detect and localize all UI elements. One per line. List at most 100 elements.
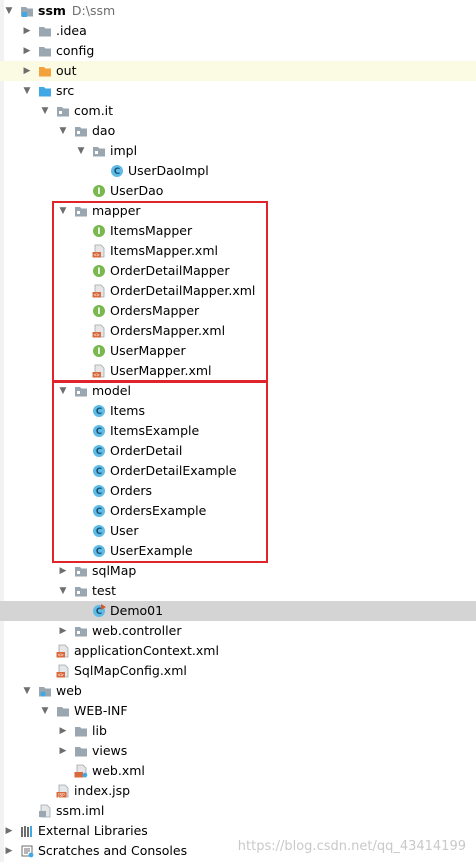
tree-node-label: views bbox=[92, 741, 127, 761]
node-name: UserDaoImpl bbox=[128, 163, 209, 178]
class-icon: C bbox=[110, 164, 124, 178]
node-name: web.controller bbox=[92, 623, 182, 638]
tree-node-lib[interactable]: ▶ lib bbox=[0, 721, 476, 741]
tree-node-label: config bbox=[56, 41, 94, 61]
svg-text:<>: <> bbox=[58, 653, 64, 658]
tree-node-sqlmapconfig-xml[interactable]: <> SqlMapConfig.xml bbox=[0, 661, 476, 681]
node-name: UserDao bbox=[110, 183, 164, 198]
web-xml-icon bbox=[74, 764, 88, 778]
node-name: index.jsp bbox=[74, 783, 131, 798]
tree-node-userdao[interactable]: I UserDao bbox=[0, 181, 476, 201]
tree-node-userdaoimpl[interactable]: C UserDaoImpl bbox=[0, 161, 476, 181]
folder-icon bbox=[38, 44, 52, 58]
tree-node-label: out bbox=[56, 61, 76, 81]
jsp-file-icon: JSP bbox=[56, 784, 70, 798]
node-name: SqlMapConfig.xml bbox=[74, 663, 187, 678]
runnable-class-icon: C bbox=[92, 604, 106, 618]
tree-node-com-it[interactable]: ▼ com.it bbox=[0, 101, 476, 121]
node-name: web.xml bbox=[92, 763, 145, 778]
collapsed-arrow-icon[interactable]: ▶ bbox=[57, 621, 69, 641]
expanded-arrow-icon[interactable]: ▼ bbox=[57, 581, 69, 601]
xml-file-icon: <> bbox=[56, 664, 70, 679]
tree-node-config[interactable]: ▶ config bbox=[0, 41, 476, 61]
collapsed-arrow-icon[interactable]: ▶ bbox=[57, 741, 69, 761]
package-icon bbox=[74, 624, 88, 638]
package-icon bbox=[74, 124, 88, 138]
tree-node-web[interactable]: ▼ web bbox=[0, 681, 476, 701]
expanded-arrow-icon[interactable]: ▼ bbox=[39, 101, 51, 121]
tree-node-external-libraries[interactable]: ▶ External Libraries bbox=[0, 821, 476, 841]
svg-text:I: I bbox=[97, 187, 100, 197]
tree-node-label: dao bbox=[92, 121, 115, 141]
expanded-arrow-icon[interactable]: ▼ bbox=[3, 1, 15, 21]
node-name: ssm bbox=[38, 3, 66, 18]
collapsed-arrow-icon[interactable]: ▶ bbox=[3, 841, 15, 861]
tree-node-label: Scratches and Consoles bbox=[38, 841, 187, 861]
tree-node-dao[interactable]: ▼ dao bbox=[0, 121, 476, 141]
highlight-box-mapper bbox=[52, 201, 268, 382]
node-name: applicationContext.xml bbox=[74, 643, 219, 658]
tree-node-ssm[interactable]: ▼ ssm D:\ssm bbox=[0, 1, 476, 21]
collapsed-arrow-icon[interactable]: ▶ bbox=[21, 61, 33, 81]
source-folder-icon bbox=[38, 84, 52, 98]
libraries-icon bbox=[20, 824, 34, 838]
expanded-arrow-icon[interactable]: ▼ bbox=[75, 141, 87, 161]
tree-node-label: ssm.iml bbox=[56, 801, 104, 821]
tree-node-test[interactable]: ▼ test bbox=[0, 581, 476, 601]
tree-node-out[interactable]: ▶ out bbox=[0, 61, 476, 81]
package-icon bbox=[92, 144, 106, 158]
node-name: External Libraries bbox=[38, 823, 148, 838]
expanded-arrow-icon[interactable]: ▼ bbox=[21, 81, 33, 101]
tree-node-label: WEB-INF bbox=[74, 701, 128, 721]
tree-node-idea[interactable]: ▶ .idea bbox=[0, 21, 476, 41]
collapsed-arrow-icon[interactable]: ▶ bbox=[57, 721, 69, 741]
interface-icon: I bbox=[92, 184, 106, 198]
tree-node-impl[interactable]: ▼ impl bbox=[0, 141, 476, 161]
tree-node-label: UserDaoImpl bbox=[128, 161, 209, 181]
collapsed-arrow-icon[interactable]: ▶ bbox=[21, 21, 33, 41]
collapsed-arrow-icon[interactable]: ▶ bbox=[57, 561, 69, 581]
tree-node-label: test bbox=[92, 581, 116, 601]
tree-node-label: sqlMap bbox=[92, 561, 136, 581]
expanded-arrow-icon[interactable]: ▼ bbox=[21, 681, 33, 701]
xml-file-icon: <> bbox=[56, 644, 70, 659]
tree-node-label: src bbox=[56, 81, 74, 101]
tree-node-index-jsp[interactable]: JSP index.jsp bbox=[0, 781, 476, 801]
svg-text:JSP: JSP bbox=[57, 793, 65, 798]
excluded-folder-icon bbox=[38, 64, 52, 78]
node-name: WEB-INF bbox=[74, 703, 128, 718]
tree-node-ssm-iml[interactable]: ssm.iml bbox=[0, 801, 476, 821]
tree-node-label: applicationContext.xml bbox=[74, 641, 219, 661]
tree-node-web-inf[interactable]: ▼ WEB-INF bbox=[0, 701, 476, 721]
tree-node-label: web.xml bbox=[92, 761, 145, 781]
node-name: lib bbox=[92, 723, 107, 738]
tree-node-views[interactable]: ▶ views bbox=[0, 741, 476, 761]
node-name: impl bbox=[110, 143, 138, 158]
expanded-arrow-icon[interactable]: ▼ bbox=[57, 121, 69, 141]
svg-text:C: C bbox=[114, 167, 120, 177]
package-icon bbox=[74, 584, 88, 598]
tree-node-sqlmap[interactable]: ▶ sqlMap bbox=[0, 561, 476, 581]
node-name: .idea bbox=[56, 23, 87, 38]
tree-node-label: UserDao bbox=[110, 181, 163, 201]
collapsed-arrow-icon[interactable]: ▶ bbox=[3, 821, 15, 841]
collapsed-arrow-icon[interactable]: ▶ bbox=[21, 41, 33, 61]
node-name: com.it bbox=[74, 103, 114, 118]
tree-node-src[interactable]: ▼ src bbox=[0, 81, 476, 101]
node-name: test bbox=[92, 583, 117, 598]
folder-icon bbox=[56, 704, 70, 718]
tree-node-web-controller[interactable]: ▶ web.controller bbox=[0, 621, 476, 641]
node-name: dao bbox=[92, 123, 116, 138]
project-path: D:\ssm bbox=[71, 3, 116, 18]
package-icon bbox=[74, 564, 88, 578]
node-name: out bbox=[56, 63, 77, 78]
tree-node-applicationcontext-xml[interactable]: <> applicationContext.xml bbox=[0, 641, 476, 661]
tree-node-demo01[interactable]: C Demo01 bbox=[0, 601, 476, 621]
node-name: Scratches and Consoles bbox=[38, 843, 188, 858]
web-folder-icon bbox=[38, 684, 52, 698]
expanded-arrow-icon[interactable]: ▼ bbox=[39, 701, 51, 721]
tree-node-label: lib bbox=[92, 721, 107, 741]
tree-node-web-xml[interactable]: web.xml bbox=[0, 761, 476, 781]
node-name: config bbox=[56, 43, 95, 58]
tree-node-label: External Libraries bbox=[38, 821, 148, 841]
